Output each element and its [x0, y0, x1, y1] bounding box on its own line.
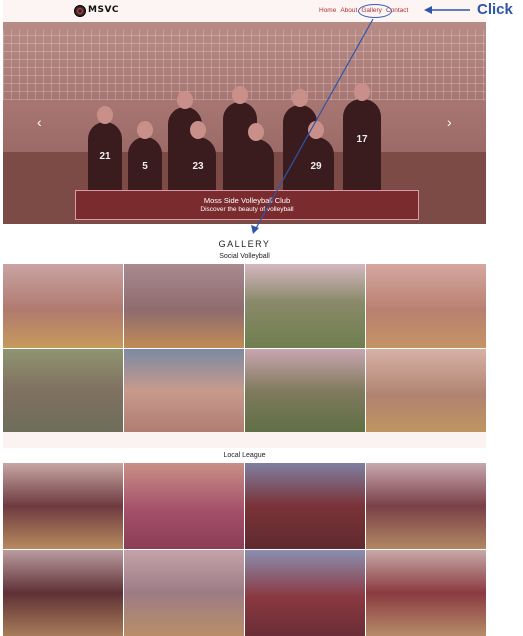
click-annotation-overlay	[251, 6, 470, 234]
click-arrow-head	[424, 6, 432, 14]
click-annotation-label: Click	[477, 1, 513, 18]
pointer-line	[254, 18, 374, 231]
pointer-arrow-head	[251, 225, 259, 234]
